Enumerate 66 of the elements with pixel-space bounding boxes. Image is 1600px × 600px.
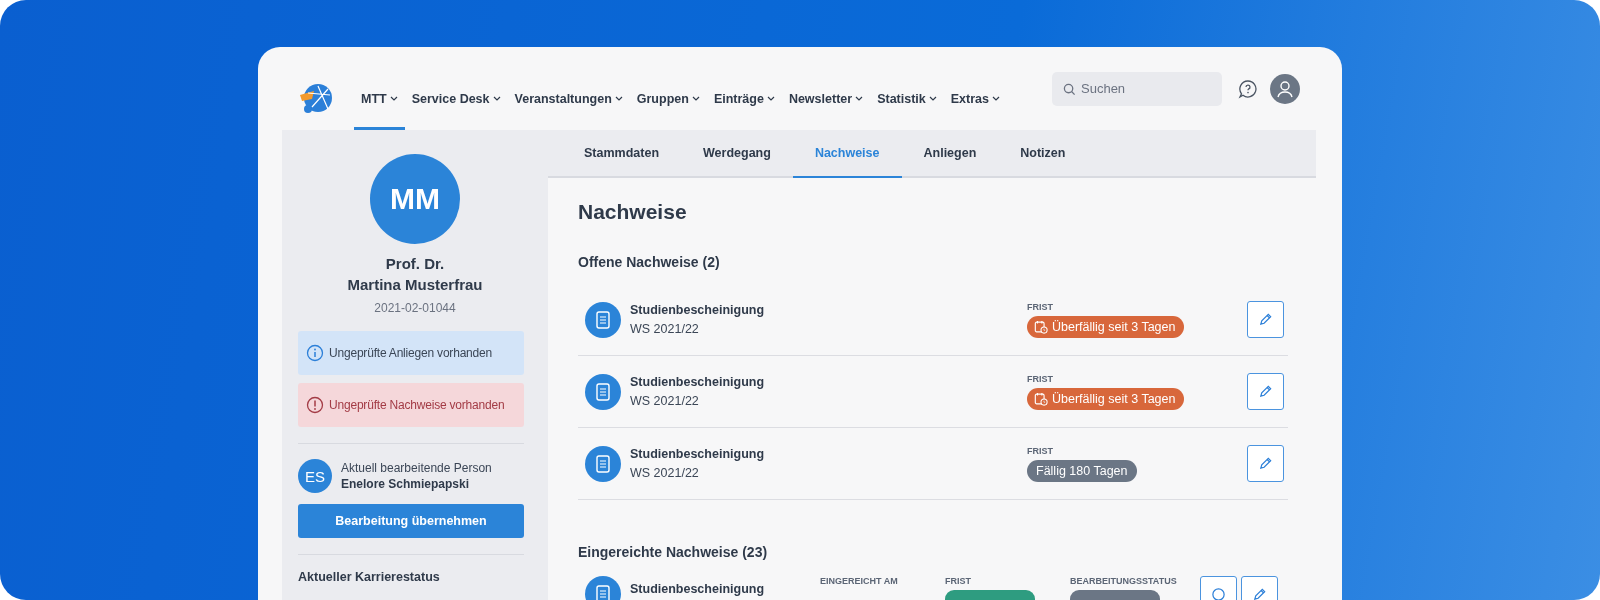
chevron-down-icon bbox=[389, 96, 398, 101]
calendar-clock-icon bbox=[1034, 319, 1048, 334]
nav-menu-item[interactable]: Extras bbox=[943, 67, 1007, 130]
edit-button[interactable] bbox=[1247, 301, 1284, 338]
tab[interactable]: Werdegang bbox=[681, 130, 793, 178]
nav-menu-item[interactable]: Newsletter bbox=[781, 67, 871, 130]
deadline-badge: Überfällig seit 3 Tagen bbox=[1027, 315, 1185, 338]
profile-title: Prof. Dr. bbox=[384, 254, 446, 274]
edit-button[interactable] bbox=[1247, 373, 1284, 410]
document-term: WS 2021/22 bbox=[630, 466, 700, 480]
nav-menu-item[interactable]: Einträge bbox=[706, 67, 782, 130]
column-label: EINGEREICHT AM bbox=[820, 576, 899, 586]
chevron-down-icon bbox=[928, 96, 937, 101]
document-term: WS 2021/22 bbox=[630, 322, 700, 336]
edit-button[interactable] bbox=[1247, 445, 1284, 482]
column-label: FRIST bbox=[945, 576, 972, 586]
pencil-icon bbox=[1258, 384, 1273, 399]
chevron-down-icon bbox=[492, 96, 501, 101]
page-title: Nachweise bbox=[578, 200, 688, 224]
profile-name: Martina Musterfrau bbox=[346, 275, 484, 295]
document-name: Studienbescheinigung bbox=[630, 303, 766, 317]
deadline-badge: Überfällig seit 3 Tagen bbox=[1027, 387, 1185, 410]
info-icon bbox=[306, 344, 324, 362]
editor-avatar: ES bbox=[298, 459, 332, 493]
editor-label: Aktuell bearbeitende Person bbox=[341, 461, 492, 475]
warning-icon bbox=[306, 396, 324, 414]
pencil-icon bbox=[1258, 456, 1273, 471]
document-icon bbox=[585, 445, 621, 482]
avatar: MM bbox=[370, 154, 460, 244]
help-icon[interactable] bbox=[1238, 78, 1258, 99]
section-title: Aktueller Karrierestatus bbox=[298, 570, 441, 584]
section-title: Eingereichte Nachweise (23) bbox=[578, 544, 769, 560]
nav-menu-item[interactable]: Statistik bbox=[870, 67, 944, 130]
editor-name: Enelore Schmiepapski bbox=[341, 477, 471, 491]
tab[interactable]: Notizen bbox=[998, 130, 1088, 178]
document-icon bbox=[585, 301, 621, 338]
document-name: Studienbescheinigung bbox=[630, 375, 766, 389]
chevron-down-icon bbox=[691, 96, 700, 101]
alert-text: Ungeprüfte Nachweise vorhanden bbox=[329, 398, 505, 412]
column-label: FRIST bbox=[1027, 445, 1054, 456]
user-avatar-icon[interactable] bbox=[1270, 73, 1300, 104]
document-name: Studienbescheinigung bbox=[630, 447, 766, 461]
document-term: WS 2021/22 bbox=[630, 394, 700, 408]
chevron-down-icon bbox=[855, 96, 864, 101]
take-over-button[interactable]: Bearbeitung übernehmen bbox=[298, 504, 524, 538]
nav-menu-item[interactable]: Service Desk bbox=[404, 67, 508, 130]
tab[interactable]: Anliegen bbox=[901, 130, 999, 178]
chevron-down-icon bbox=[614, 96, 623, 101]
calendar-clock-icon bbox=[1034, 391, 1048, 406]
alert-text: Ungeprüfte Anliegen vorhanden bbox=[329, 346, 492, 360]
chevron-down-icon bbox=[992, 96, 1000, 101]
deadline-badge: Fällig 180 Tagen bbox=[1027, 459, 1137, 482]
column-label: FRIST bbox=[1027, 373, 1054, 384]
document-icon bbox=[585, 373, 621, 410]
column-label: BEARBEITUNGSSTATUS bbox=[1070, 576, 1178, 586]
pencil-icon bbox=[1252, 587, 1267, 600]
profile-id: 2021-02-01044 bbox=[373, 301, 457, 315]
pencil-icon bbox=[1258, 312, 1273, 327]
tab[interactable]: Stammdaten bbox=[562, 130, 682, 178]
chevron-down-icon bbox=[766, 96, 775, 101]
section-title: Offene Nachweise (2) bbox=[578, 254, 721, 270]
document-name: Studienbescheinigung bbox=[630, 582, 766, 596]
nav-menu-item[interactable]: Gruppen bbox=[629, 67, 707, 130]
nav-menu-item[interactable]: Veranstaltungen bbox=[507, 67, 630, 130]
column-label: FRIST bbox=[1027, 301, 1054, 312]
search-field[interactable]: Suchen bbox=[1052, 71, 1222, 106]
